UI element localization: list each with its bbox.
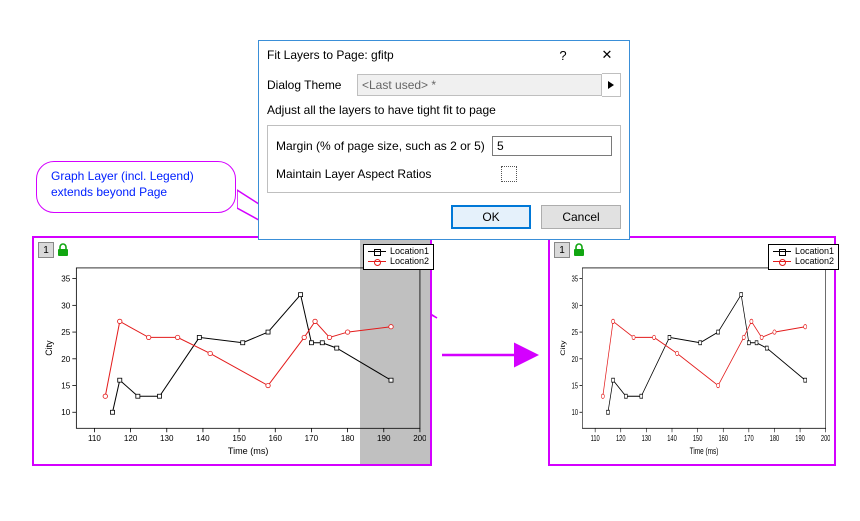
lock-icon [572,243,586,257]
chart-legend: Location1 Location2 [768,244,839,270]
svg-text:15: 15 [572,383,578,391]
svg-text:190: 190 [377,434,391,443]
legend-label: Location2 [390,257,429,267]
svg-text:20: 20 [61,355,71,364]
layer-index: 1 [554,242,570,258]
legend-item: Location2 [773,257,834,267]
svg-text:30: 30 [61,301,71,310]
svg-text:110: 110 [591,435,600,443]
svg-text:Time (ms): Time (ms) [690,446,719,456]
svg-text:180: 180 [341,434,355,443]
layer-badge: 1 [38,242,70,258]
svg-text:170: 170 [744,435,754,443]
margin-input[interactable] [492,136,612,156]
aspect-label: Maintain Layer Aspect Ratios [276,167,501,181]
svg-text:130: 130 [160,434,174,443]
svg-text:150: 150 [232,434,246,443]
chart-before: 1 Location1 Location2 110 120 130 140 150 160… [32,236,432,466]
svg-text:130: 130 [642,435,652,443]
chart-plot: 110 120 130 140 150 160 170 180 190 200 10 15 20 25 30… [42,260,426,458]
svg-text:200: 200 [821,435,830,443]
svg-text:150: 150 [693,435,703,443]
svg-text:Time (ms): Time (ms) [228,446,269,456]
layer-badge: 1 [554,242,586,258]
chart-plot: 110 120 130 140 150 160 170 180 190 200 10 15 20 25 30… [558,260,830,458]
cancel-button[interactable]: Cancel [541,205,621,229]
transform-arrow-icon [442,340,542,370]
margin-label: Margin (% of page size, such as 2 or 5) [276,139,492,153]
svg-text:170: 170 [305,434,319,443]
theme-label: Dialog Theme [267,78,357,92]
ok-button[interactable]: OK [451,205,531,229]
svg-text:City: City [44,340,54,356]
dialog-title: Fit Layers to Page: gfitp [267,48,541,62]
svg-text:120: 120 [124,434,138,443]
aspect-checkbox[interactable] [501,166,517,182]
close-icon: ✕ [602,47,613,63]
svg-text:15: 15 [61,382,71,391]
legend-item: Location2 [368,257,429,267]
triangle-right-icon [607,80,615,90]
dialog-titlebar: Fit Layers to Page: gfitp ? ✕ [259,41,629,69]
svg-text:110: 110 [88,434,101,443]
svg-text:35: 35 [61,275,71,284]
svg-text:140: 140 [196,434,210,443]
svg-text:30: 30 [572,303,578,311]
theme-value: <Last used> * [362,78,436,92]
svg-text:35: 35 [572,276,578,284]
svg-text:25: 25 [572,329,578,337]
theme-menu-button[interactable] [602,73,621,97]
theme-field[interactable]: <Last used> * [357,74,602,96]
svg-text:180: 180 [770,435,780,443]
svg-text:140: 140 [667,435,677,443]
callout-bubble: Graph Layer (incl. Legend) extends beyon… [36,161,236,213]
svg-text:10: 10 [61,408,71,417]
help-button[interactable]: ? [541,41,585,69]
svg-text:City: City [559,340,566,355]
chart-after: 1 Location1 Location2 110 120 130 140 150 160… [548,236,836,466]
legend-label: Location2 [795,257,834,267]
options-panel: Margin (% of page size, such as 2 or 5) … [267,125,621,193]
chart-legend: Location1 Location2 [363,244,434,270]
svg-text:160: 160 [718,435,728,443]
lock-icon [56,243,70,257]
help-icon: ? [559,48,566,63]
close-button[interactable]: ✕ [585,41,629,69]
svg-text:160: 160 [269,434,283,443]
svg-text:200: 200 [413,434,426,443]
layer-index: 1 [38,242,54,258]
svg-text:10: 10 [572,410,578,418]
svg-text:20: 20 [572,356,578,364]
callout-text: Graph Layer (incl. Legend) extends beyon… [51,169,194,199]
svg-text:190: 190 [795,435,805,443]
svg-text:120: 120 [616,435,626,443]
dialog-description: Adjust all the layers to have tight fit … [267,103,621,117]
svg-text:25: 25 [61,328,71,337]
fit-layers-dialog: Fit Layers to Page: gfitp ? ✕ Dialog The… [258,40,630,240]
